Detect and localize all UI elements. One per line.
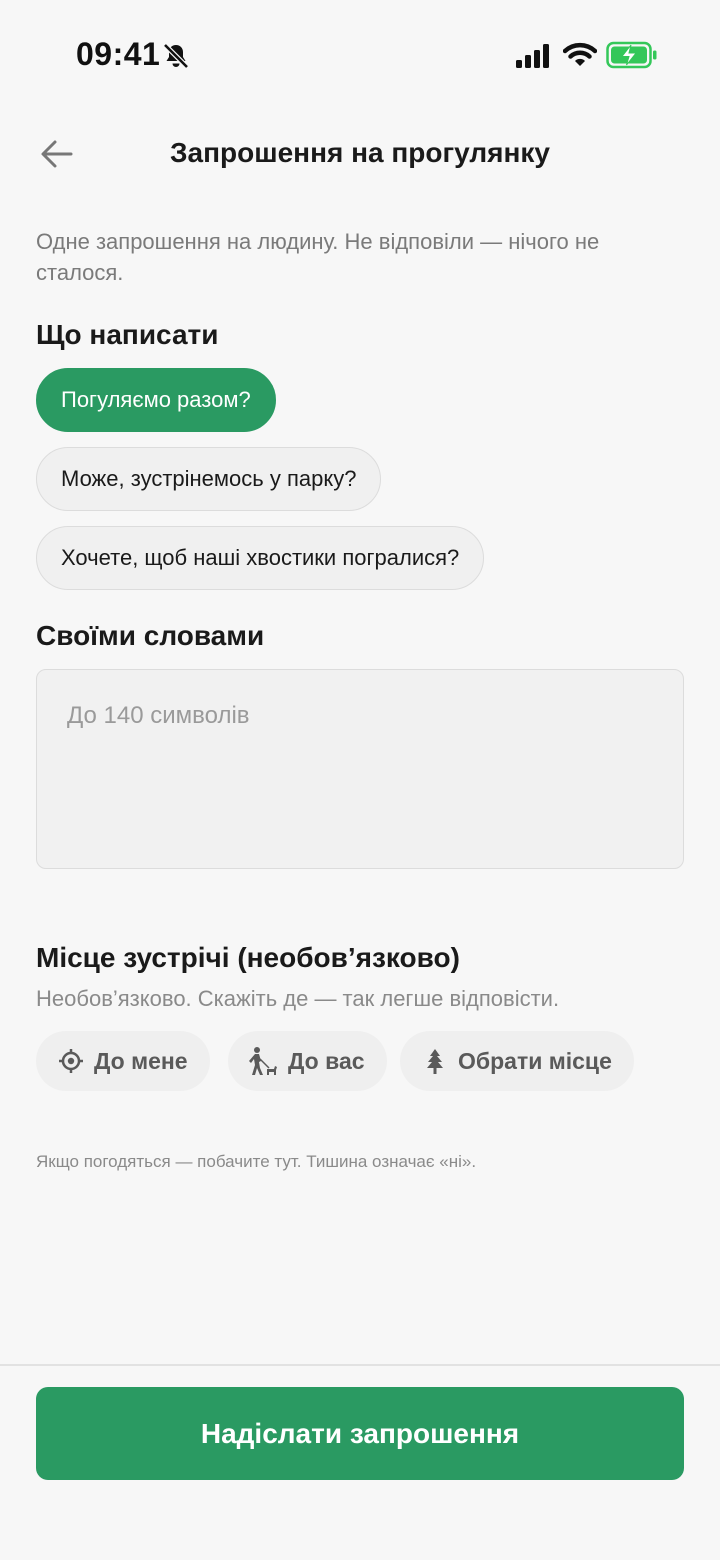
- message-option-chip[interactable]: Може, зустрінемось у парку?: [36, 447, 382, 511]
- signal-icon: [516, 44, 549, 68]
- status-bar: 09:41: [0, 0, 720, 110]
- custom-message-field: [36, 669, 684, 869]
- intro-text: Одне запрошення на людину. Не відповіли …: [36, 229, 600, 285]
- place-option-label: До вас: [288, 1047, 365, 1074]
- message-option-label: Може, зустрінемось у парку?: [61, 466, 357, 491]
- place-section-subtitle: Необов’язково. Скажіть де — так легше ві…: [36, 986, 560, 1011]
- target-icon: [58, 1047, 84, 1075]
- custom-message-input[interactable]: [37, 670, 683, 868]
- tree-icon: [422, 1047, 448, 1075]
- message-option-chip[interactable]: Хочете, щоб наші хвостики погралися?: [36, 526, 485, 590]
- bottom-divider: [0, 1364, 720, 1366]
- message-option-chip[interactable]: Погуляємо разом?: [36, 368, 276, 432]
- header: Запрошення на прогулянку: [0, 120, 720, 190]
- place-option-choose[interactable]: Обрати місце: [400, 1031, 634, 1091]
- footer-note: Якщо погодяться — побачите тут. Тишина о…: [36, 1152, 477, 1171]
- wifi-icon: [563, 42, 597, 66]
- battery-charging-icon: [606, 41, 657, 69]
- message-option-label: Хочете, щоб наші хвостики погралися?: [61, 545, 460, 570]
- screen: 09:41 Запрошення на прогулянку Одне запр…: [0, 0, 720, 1560]
- custom-message-heading: Своїми словами: [36, 620, 265, 651]
- message-option-label: Погуляємо разом?: [61, 387, 251, 412]
- place-option-label: До мене: [94, 1047, 188, 1074]
- status-time: 09:41: [76, 36, 161, 72]
- place-section-heading: Місце зустрічі (необов’язково): [36, 942, 460, 973]
- place-option-to-me[interactable]: До мене: [36, 1031, 210, 1091]
- place-option-to-you[interactable]: До вас: [228, 1031, 387, 1091]
- person-walking-dog-icon: [248, 1047, 278, 1075]
- send-invitation-button[interactable]: Надіслати запрошення: [36, 1387, 684, 1480]
- bell-slash-icon: [163, 43, 189, 69]
- message-section-heading: Що написати: [36, 319, 219, 350]
- page-title: Запрошення на прогулянку: [170, 137, 550, 168]
- place-option-label: Обрати місце: [458, 1047, 612, 1074]
